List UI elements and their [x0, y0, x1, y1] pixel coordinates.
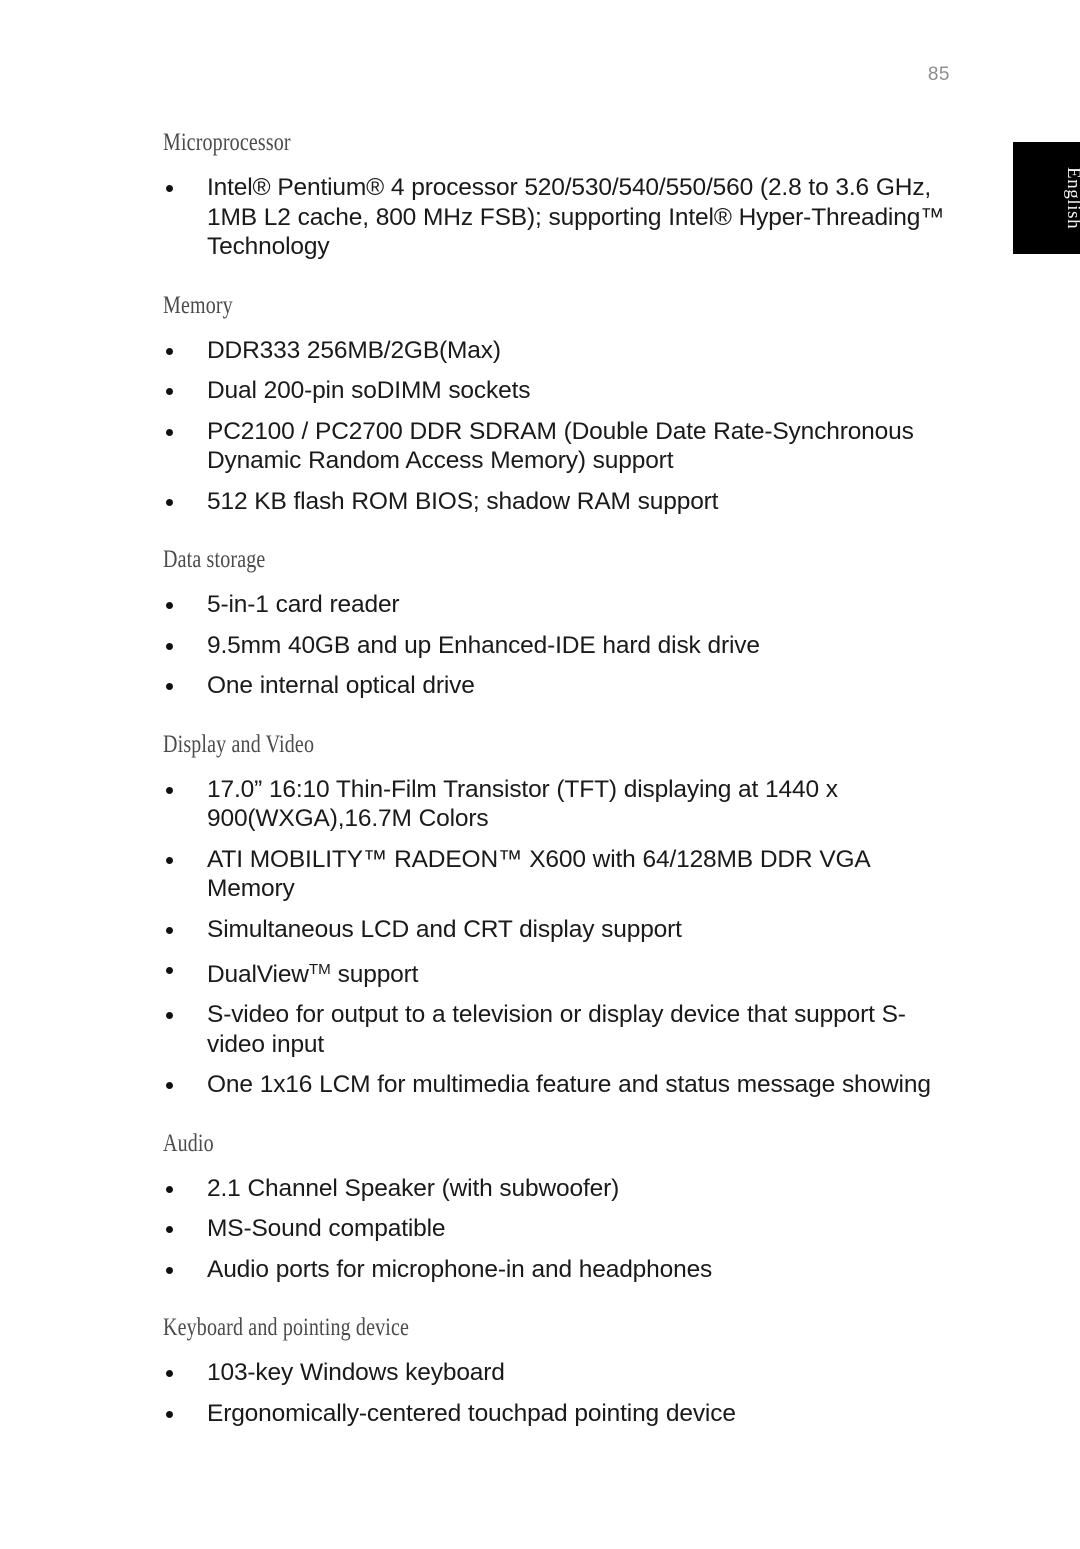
spec-section-data-storage: Data storage 5-in-1 card reader 9.5mm 40GB…: [163, 547, 953, 732]
section-heading: Data storage: [163, 546, 266, 573]
spec-bullet-item: DDR333 256MB/2GB(Max): [163, 336, 953, 366]
section-heading: Keyboard and pointing device: [163, 1314, 410, 1342]
spec-bullet-item: DualViewTM support: [163, 955, 953, 989]
spec-section-display-and-video: Display and Video 17.0” 16:10 Thin-Film T…: [163, 732, 953, 1131]
page-number: 85: [927, 64, 950, 85]
spec-bullet-item: PC2100 / PC2700 DDR SDRAM (Double Date R…: [163, 417, 953, 476]
language-tab: English: [1013, 142, 1080, 254]
spec-bullet-list: Intel® Pentium® 4 processor 520/530/540/…: [163, 173, 953, 262]
spec-bullet-item: Audio ports for microphone-in and headph…: [163, 1255, 953, 1285]
section-heading: Audio: [163, 1129, 214, 1157]
spec-bullet-item: 512 KB flash ROM BIOS; shadow RAM suppor…: [163, 487, 953, 517]
spec-bullet-item: One internal optical drive: [163, 671, 953, 701]
section-heading: Display and Video: [163, 730, 315, 758]
spec-bullet-item: 5-in-1 card reader: [163, 590, 953, 620]
spec-bullet-item: MS-Sound compatible: [163, 1214, 953, 1244]
spec-bullet-list: 103-key Windows keyboard Ergonomically-ce…: [163, 1358, 953, 1428]
spec-bullet-item: Intel® Pentium® 4 processor 520/530/540/…: [163, 173, 953, 262]
spec-section-audio: Audio 2.1 Channel Speaker (with subwoofer…: [163, 1131, 953, 1316]
language-tab-label: English: [1063, 166, 1080, 230]
spec-bullet-item: 103-key Windows keyboard: [163, 1358, 953, 1388]
section-heading: Microprocessor: [163, 129, 291, 156]
spec-content: Microprocessor Intel® Pentium® 4 processo…: [163, 130, 953, 1428]
spec-bullet-item: 17.0” 16:10 Thin-Film Transistor (TFT) d…: [163, 775, 953, 834]
section-heading: Memory: [163, 291, 233, 319]
spec-bullet-item: S-video for output to a television or di…: [163, 1000, 953, 1059]
spec-bullet-list: 17.0” 16:10 Thin-Film Transistor (TFT) d…: [163, 775, 953, 1100]
spec-bullet-item: 9.5mm 40GB and up Enhanced-IDE hard disk…: [163, 631, 953, 661]
spec-section-memory: Memory DDR333 256MB/2GB(Max) Dual 200-pin …: [163, 293, 953, 548]
spec-bullet-list: 2.1 Channel Speaker (with subwoofer) MS-S…: [163, 1174, 953, 1285]
spec-bullet-item: Ergonomically-centered touchpad pointing…: [163, 1399, 953, 1429]
spec-section-keyboard-and-pointing-device: Keyboard and pointing device 103-key Wind…: [163, 1315, 953, 1428]
spec-bullet-list: 5-in-1 card reader 9.5mm 40GB and up Enha…: [163, 590, 953, 701]
spec-bullet-item: Dual 200-pin soDIMM sockets: [163, 376, 953, 406]
spec-section-microprocessor: Microprocessor Intel® Pentium® 4 processo…: [163, 130, 953, 293]
trademark-superscript: TM: [308, 961, 331, 978]
spec-bullet-item: One 1x16 LCM for multimedia feature and …: [163, 1070, 953, 1100]
spec-bullet-list: DDR333 256MB/2GB(Max) Dual 200-pin soDIMM…: [163, 336, 953, 517]
document-page: 85 English Microprocessor Intel® Pentium®…: [0, 0, 1080, 1549]
spec-bullet-item: Simultaneous LCD and CRT display support: [163, 915, 953, 945]
spec-bullet-item: 2.1 Channel Speaker (with subwoofer): [163, 1174, 953, 1204]
spec-bullet-item: ATI MOBILITY™ RADEON™ X600 with 64/128MB…: [163, 845, 953, 904]
